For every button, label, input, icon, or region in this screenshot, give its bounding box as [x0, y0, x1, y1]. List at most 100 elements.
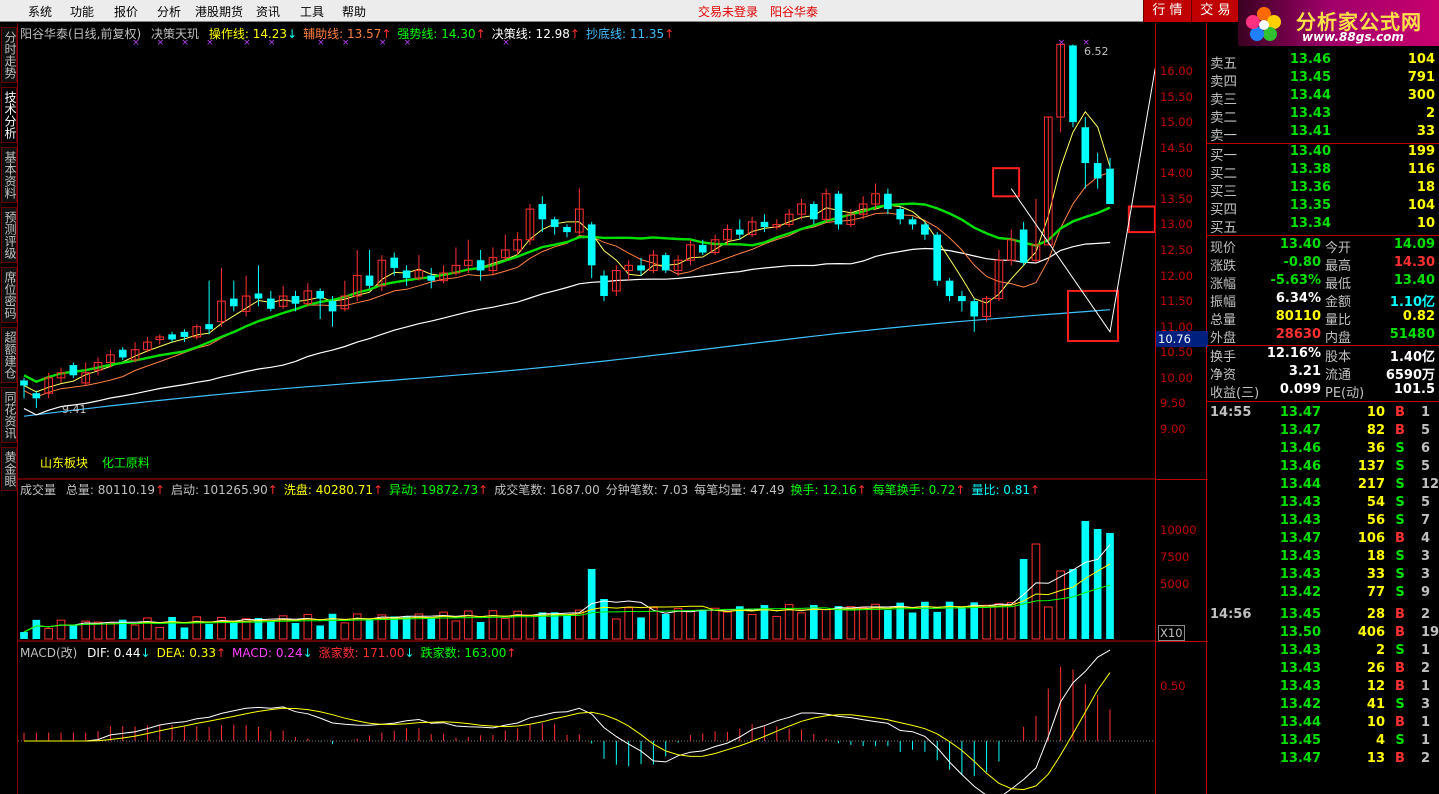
tick-row[interactable]: 13.43 33 S 3	[1207, 567, 1439, 585]
volume-bar	[1043, 606, 1053, 640]
volume-bar	[846, 606, 856, 640]
menu-analysis[interactable]: 分析	[157, 3, 181, 20]
kline-chart[interactable]: × × × × × × × × × × × × ×	[18, 23, 1345, 794]
left-tab-5[interactable]: 席位密码	[1, 267, 17, 323]
ask-row[interactable]: 卖三 13.44 300	[1207, 88, 1439, 108]
volume-value-9: 每笔换手: 0.72↑	[873, 483, 966, 497]
tick-count: 5	[1421, 423, 1431, 438]
ask-row[interactable]: 卖二 13.43 2	[1207, 106, 1439, 126]
menu-help[interactable]: 帮助	[342, 3, 366, 20]
tick-price: 13.43	[1279, 643, 1321, 658]
tick-row[interactable]: 13.43 56 S 7	[1207, 513, 1439, 531]
bid-row[interactable]: 买一 13.40 199	[1207, 144, 1439, 164]
price-tick-label: 14.50	[1160, 140, 1193, 155]
left-tab-4[interactable]: 预测评级	[1, 207, 17, 263]
quote-label: PE(动)	[1325, 386, 1365, 401]
tick-row[interactable]: 13.42 77 S 9	[1207, 585, 1439, 603]
tick-volume: 13	[1366, 751, 1385, 766]
tick-row[interactable]: 13.46 137 S 5	[1207, 459, 1439, 477]
tick-row[interactable]: 13.43 12 B 1	[1207, 679, 1439, 697]
volume-tick-label: 10000	[1160, 523, 1197, 537]
left-tab-6[interactable]: 超额建仓	[1, 327, 17, 383]
industry-label[interactable]: 化工原料	[102, 456, 150, 470]
ask-row[interactable]: 卖四 13.45 791	[1207, 70, 1439, 90]
left-tab-3[interactable]: 基本资料	[1, 147, 17, 203]
left-tab-7[interactable]: 同花资讯	[1, 387, 17, 443]
tick-row[interactable]: 14:56 13.45 28 B 2	[1207, 607, 1439, 625]
volume-bar	[933, 611, 942, 639]
quote-button[interactable]: 行 情	[1143, 0, 1191, 22]
candle-body	[1093, 163, 1102, 179]
quote-label: 净资	[1210, 368, 1237, 383]
candle-body	[958, 296, 966, 302]
tick-side: S	[1395, 567, 1405, 582]
left-tab-8[interactable]: 黄金眼	[1, 447, 17, 491]
tick-row[interactable]: 13.46 36 S 6	[1207, 441, 1439, 459]
bid-row[interactable]: 买五 13.34 10	[1207, 216, 1439, 236]
tick-volume: 82	[1366, 423, 1385, 438]
tick-row[interactable]: 13.43 26 B 2	[1207, 661, 1439, 679]
bid-row[interactable]: 买二 13.38 116	[1207, 162, 1439, 182]
tick-row[interactable]: 13.45 4 S 1	[1207, 733, 1439, 751]
tick-row[interactable]: 13.47 106 B 4	[1207, 531, 1439, 549]
ask-level-label: 卖三	[1210, 92, 1237, 108]
tick-side: S	[1395, 585, 1405, 600]
tick-count: 4	[1421, 531, 1431, 546]
tick-volume: 77	[1366, 585, 1385, 600]
decision-line	[23, 241, 1111, 416]
tick-row[interactable]: 13.43 18 S 3	[1207, 549, 1439, 567]
tick-row[interactable]: 13.47 82 B 5	[1207, 423, 1439, 441]
menu-function[interactable]: 功能	[70, 3, 94, 20]
menu-tools[interactable]: 工具	[300, 3, 324, 20]
candle-body	[945, 280, 954, 297]
cursor-price-marker: 10.76	[1156, 330, 1208, 347]
volume-bar	[945, 601, 954, 639]
ask-price: 13.41	[1289, 124, 1331, 139]
tick-volume: 33	[1366, 567, 1385, 582]
trade-login-status[interactable]: 交易未登录	[698, 3, 758, 20]
macd-indicator-header: MACD(改) DIF: 0.44↓ DEA: 0.33↑ MACD: 0.24↓ 涨…	[20, 644, 522, 661]
price-tick-label: 9.50	[1160, 396, 1186, 411]
volume-indicator-header: 成交量 总量: 80110.19↑ 启动: 101265.90↑ 洗盘: 40280…	[20, 481, 1046, 498]
quote-label: 换手	[1210, 350, 1237, 365]
tick-side: B	[1395, 715, 1405, 730]
bid-row[interactable]: 买三 13.36 18	[1207, 180, 1439, 200]
ask-row[interactable]: 卖一 13.41 33	[1207, 124, 1439, 144]
tick-volume: 406	[1357, 625, 1385, 640]
tick-row[interactable]: 13.44 217 S 12	[1207, 477, 1439, 495]
bid-level-label: 买四	[1210, 202, 1237, 218]
price-tick-label: 16.00	[1160, 64, 1193, 78]
tick-row[interactable]: 13.42 41 S 3	[1207, 697, 1439, 715]
volume-bar	[402, 616, 411, 639]
left-tab-1[interactable]: 分时走势	[1, 27, 17, 83]
tick-count: 6	[1421, 441, 1431, 456]
tick-side: S	[1395, 697, 1405, 712]
price-tick-label: 11.50	[1160, 294, 1193, 309]
bid-row[interactable]: 买四 13.35 104	[1207, 198, 1439, 218]
volume-bar	[624, 607, 634, 640]
volume-bar	[797, 612, 806, 640]
menu-quote[interactable]: 报价	[114, 3, 138, 20]
left-tab-2[interactable]: 技术分析	[1, 87, 17, 143]
menu-hk-futures[interactable]: 港股期货	[195, 3, 243, 20]
ask-row[interactable]: 卖五 13.46 104	[1207, 52, 1439, 72]
tick-row[interactable]: 13.43 2 S 1	[1207, 643, 1439, 661]
quote-row: 总量 80110 量比 0.82	[1207, 309, 1439, 328]
tick-row[interactable]: 13.50 406 B 19	[1207, 625, 1439, 643]
tick-row[interactable]: 13.43 54 S 5	[1207, 495, 1439, 513]
tick-row[interactable]: 13.44 10 B 1	[1207, 715, 1439, 733]
volume-bar	[896, 602, 905, 639]
tick-row[interactable]: 13.47 13 B 2	[1207, 751, 1439, 769]
chart-area[interactable]: × × × × × × × × × × × × × 阳谷华泰(日线,前复权) 决策天玑 操作线: 14.…	[18, 23, 1345, 794]
menu-news[interactable]: 资讯	[256, 3, 280, 20]
sector-label[interactable]: 山东板块	[40, 456, 88, 470]
header-value-label: 抄底线: 11.35	[585, 27, 665, 41]
candle-body	[1081, 127, 1090, 164]
candle-body	[698, 244, 707, 253]
trade-button[interactable]: 交 易	[1191, 0, 1239, 22]
tick-volume: 217	[1357, 477, 1385, 492]
quote-row: 收益(三) 0.099 PE(动) 101.5	[1207, 382, 1439, 401]
menu-system[interactable]: 系统	[28, 3, 52, 20]
tick-price: 13.46	[1279, 459, 1321, 474]
tick-row[interactable]: 14:55 13.47 10 B 1	[1207, 405, 1439, 423]
